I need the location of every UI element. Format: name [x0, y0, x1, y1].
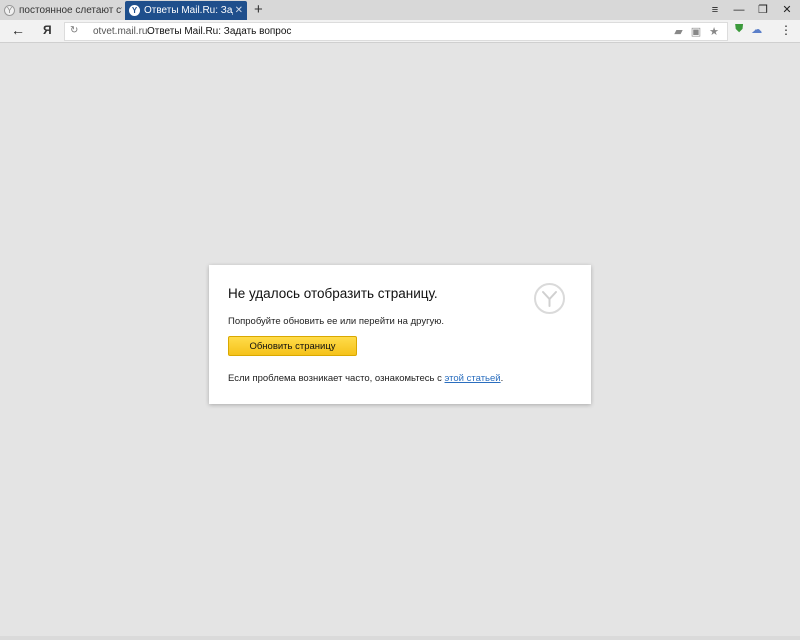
menu-icon[interactable]: ≡ [708, 2, 722, 18]
protect-icon[interactable]: ▰ [674, 25, 682, 38]
minimize-icon[interactable]: — [732, 2, 746, 18]
error-note: Если проблема возникает часто, ознакомьт… [228, 373, 503, 384]
bottom-edge [0, 636, 800, 640]
note-suffix: . [500, 373, 504, 384]
browser-toolbar: ← Я ↻ otvet.mail.ru Ответы Mail.Ru: Зада… [0, 20, 800, 43]
address-bar[interactable]: ↻ otvet.mail.ru Ответы Mail.Ru: Задать в… [64, 22, 728, 41]
yandex-browser-logo-icon [534, 283, 565, 314]
error-description: Попробуйте обновить ее или перейти на др… [228, 316, 445, 327]
error-title: Не удалось отобразить страницу. [228, 286, 438, 301]
yandex-button[interactable]: Я [43, 23, 52, 37]
cloud-extension-icon[interactable]: ☁ [751, 23, 762, 36]
restore-icon[interactable]: ❐ [756, 2, 770, 18]
yandex-y-icon: Y [129, 5, 140, 16]
star-icon[interactable]: ★ [709, 25, 719, 38]
more-icon[interactable]: ⋮ [780, 23, 792, 37]
url-page-title: Ответы Mail.Ru: Задать вопрос [147, 26, 292, 37]
tab-active[interactable]: Y Ответы Mail.Ru: Задать в ✕ [125, 1, 247, 20]
note-prefix: Если проблема возникает часто, ознакомьт… [228, 373, 445, 384]
extensions: ⛊ ☁ [735, 23, 762, 36]
window-controls: ≡ — ❐ ✕ [708, 2, 794, 18]
refresh-page-button[interactable]: Обновить страницу [228, 336, 357, 356]
tab-strip: Y постоянное слетают страни Y Ответы Mai… [0, 0, 800, 20]
close-window-icon[interactable]: ✕ [780, 2, 794, 18]
shield-extension-icon[interactable]: ⛊ [735, 23, 743, 36]
reload-icon[interactable]: ↻ [70, 25, 78, 36]
tab-title: постоянное слетают страни [19, 5, 122, 16]
tab-inactive[interactable]: Y постоянное слетают страни [0, 1, 122, 20]
close-tab-icon[interactable]: ✕ [235, 5, 243, 16]
error-card: Не удалось отобразить страницу. Попробуй… [209, 265, 591, 404]
article-link[interactable]: этой статьей [445, 373, 501, 384]
yandex-y-icon: Y [4, 5, 15, 16]
new-tab-button[interactable]: + [254, 1, 263, 19]
tab-title: Ответы Mail.Ru: Задать в [144, 5, 233, 16]
back-arrow-icon[interactable]: ← [11, 22, 25, 38]
address-bar-icons: ▰ ▣ ★ [674, 25, 719, 38]
bookmarks-icon[interactable]: ▣ [691, 25, 701, 38]
url-domain: otvet.mail.ru [93, 26, 148, 37]
